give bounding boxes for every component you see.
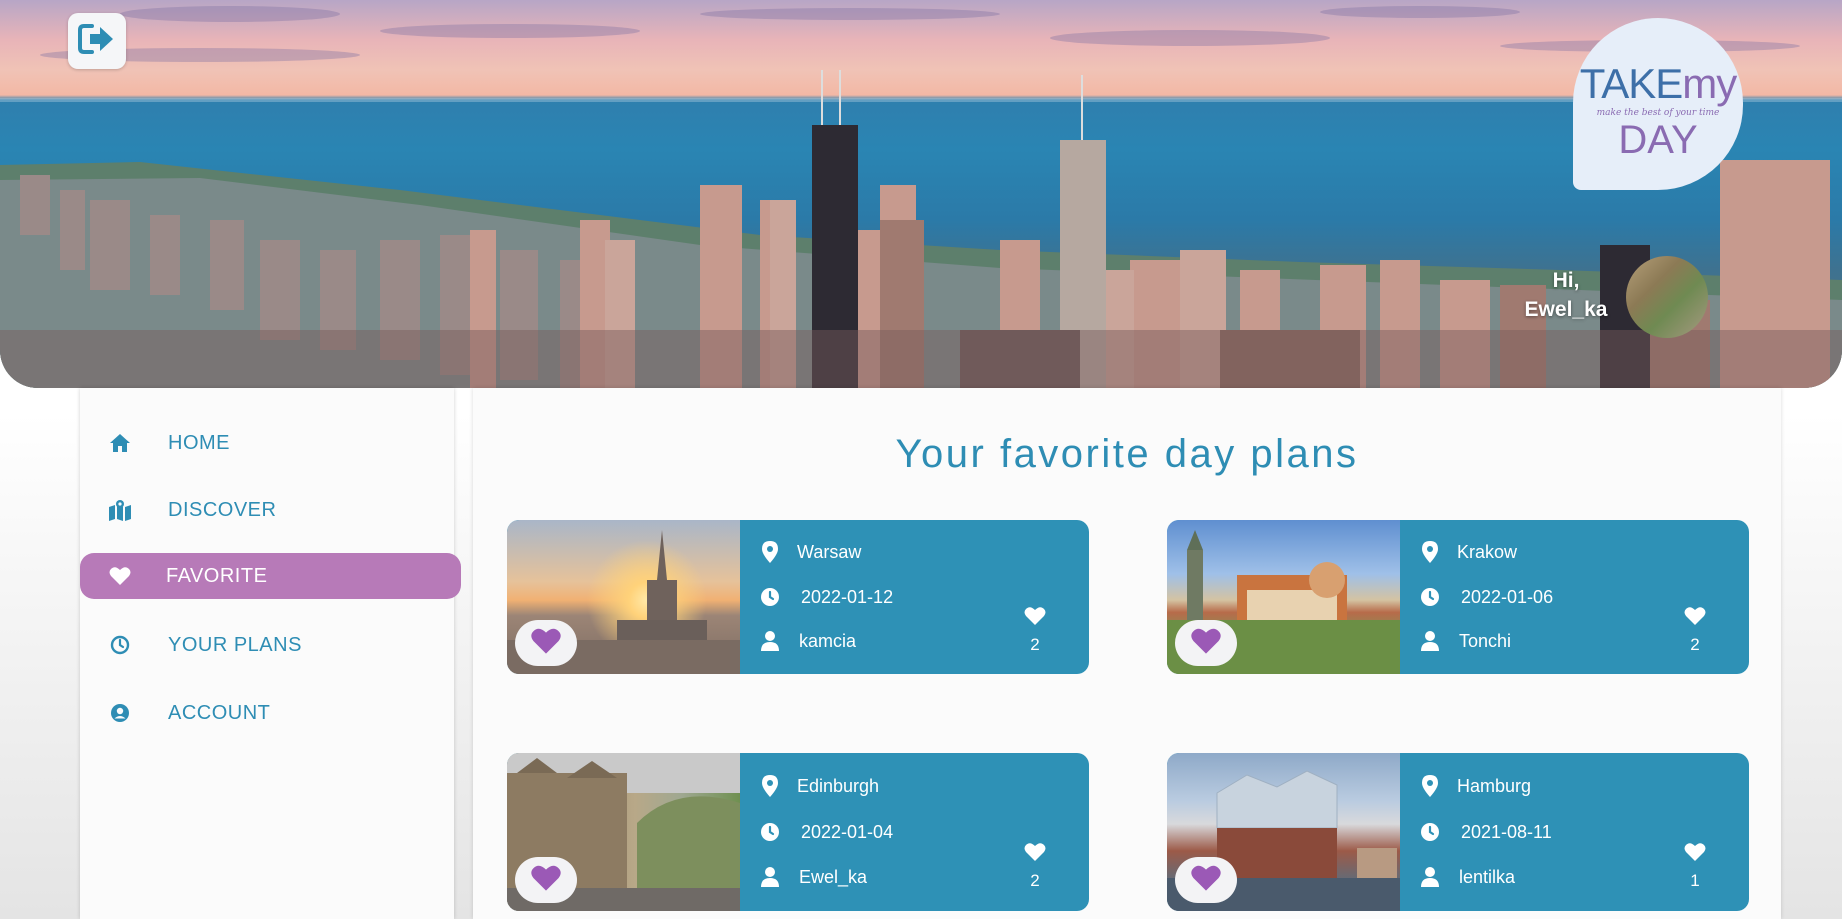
home-icon [108, 431, 132, 455]
likes-count: 1 [1690, 871, 1700, 890]
logo-take: TAKE [1579, 60, 1684, 107]
plan-author-row: kamcia [759, 630, 856, 652]
sidebar-item-label: HOME [168, 431, 230, 454]
clock-icon [1419, 586, 1441, 608]
plan-author: Ewel_ka [799, 866, 868, 887]
user-icon [1419, 630, 1441, 652]
logo-my: my [1682, 60, 1737, 107]
greeting-hi: Hi, [1552, 269, 1580, 292]
plan-city: Krakow [1457, 541, 1518, 562]
plan-likes: 2 [1015, 606, 1055, 655]
plan-date-row: 2022-01-12 [759, 586, 893, 608]
sidebar-item-label: ACCOUNT [168, 701, 271, 724]
clock-icon [108, 633, 132, 657]
logo-day: DAY [1618, 118, 1698, 162]
heart-icon [1024, 843, 1046, 866]
heart-icon [1190, 627, 1222, 660]
avatar[interactable] [1626, 256, 1708, 338]
city-skyline [0, 70, 1842, 388]
clock-icon [1419, 821, 1441, 843]
page-title: Your favorite day plans [895, 432, 1359, 476]
plan-author-row: Tonchi [1419, 630, 1511, 652]
plan-city: Warsaw [797, 541, 862, 562]
favorite-toggle[interactable] [515, 620, 577, 666]
heart-icon [1684, 607, 1706, 630]
sidebar-item-account[interactable]: ACCOUNT [80, 690, 461, 736]
hero-banner: TAKEmy make the best of your time DAY Hi… [0, 0, 1842, 388]
logout-button[interactable] [68, 13, 126, 69]
plan-city: Edinburgh [797, 775, 880, 796]
plan-city: Hamburg [1457, 775, 1532, 796]
main-content: Your favorite day plans Warsaw 2022-01-1… [473, 388, 1781, 919]
likes-count: 2 [1030, 871, 1040, 890]
favorite-toggle[interactable] [515, 857, 577, 903]
plan-likes: 1 [1675, 842, 1715, 891]
plan-date-row: 2021-08-11 [1419, 821, 1552, 843]
user-greeting: Hi, Ewel_ka [1514, 266, 1618, 324]
heart-icon [108, 564, 132, 588]
plan-author-row: Ewel_ka [759, 866, 867, 888]
plan-date: 2022-01-12 [801, 586, 894, 607]
plan-date-row: 2022-01-04 [759, 821, 893, 843]
map-pin-icon [1419, 775, 1441, 797]
plan-location: Hamburg [1419, 775, 1531, 797]
heart-icon [1024, 607, 1046, 630]
map-pin-icon [759, 541, 781, 563]
sidebar-item-label: DISCOVER [168, 498, 277, 521]
plan-author-row: lentilka [1419, 866, 1515, 888]
plan-location: Edinburgh [759, 775, 879, 797]
sidebar-item-label: YOUR PLANS [168, 633, 302, 656]
plan-card-edinburgh[interactable]: Edinburgh 2022-01-04 Ewel_ka 2 [507, 753, 1089, 911]
favorite-toggle[interactable] [1175, 857, 1237, 903]
plan-likes: 2 [1015, 842, 1055, 891]
plan-author: kamcia [799, 630, 857, 651]
map-pin-icon [1419, 541, 1441, 563]
sidebar-item-home[interactable]: HOME [80, 420, 461, 466]
sign-out-icon [78, 22, 116, 61]
plan-card-krakow[interactable]: Krakow 2022-01-06 Tonchi 2 [1167, 520, 1749, 674]
map-pin-icon [759, 775, 781, 797]
sidebar-item-your-plans[interactable]: YOUR PLANS [80, 622, 461, 668]
heart-icon [1190, 864, 1222, 897]
heart-icon [530, 864, 562, 897]
sidebar-item-discover[interactable]: DISCOVER [80, 487, 461, 533]
sidebar: HOME DISCOVER FAVORITE YOUR PLANS ACCOUN… [80, 388, 461, 919]
heart-icon [530, 627, 562, 660]
user-circle-icon [108, 701, 132, 725]
user-icon [1419, 866, 1441, 888]
user-icon [759, 866, 781, 888]
plan-location: Warsaw [759, 541, 861, 563]
plan-card-warsaw[interactable]: Warsaw 2022-01-12 kamcia 2 [507, 520, 1089, 674]
likes-count: 2 [1030, 635, 1040, 654]
map-icon [108, 498, 132, 522]
heart-icon [1684, 843, 1706, 866]
plan-card-hamburg[interactable]: Hamburg 2021-08-11 lentilka 1 [1167, 753, 1749, 911]
plan-author: Tonchi [1459, 630, 1512, 651]
sidebar-item-label: FAVORITE [166, 564, 268, 587]
clock-icon [759, 821, 781, 843]
clock-icon [759, 586, 781, 608]
likes-count: 2 [1690, 635, 1700, 654]
plan-likes: 2 [1675, 606, 1715, 655]
plan-date: 2022-01-06 [1461, 586, 1554, 607]
plan-date: 2021-08-11 [1461, 821, 1552, 842]
sidebar-item-favorite[interactable]: FAVORITE [80, 553, 461, 599]
greeting-username: Ewel_ka [1524, 298, 1608, 321]
plan-date-row: 2022-01-06 [1419, 586, 1553, 608]
brand-logo: TAKEmy make the best of your time DAY [1573, 18, 1743, 190]
user-icon [759, 630, 781, 652]
favorite-toggle[interactable] [1175, 620, 1237, 666]
plan-location: Krakow [1419, 541, 1517, 563]
plan-date: 2022-01-04 [801, 821, 894, 842]
plan-author: lentilka [1459, 866, 1516, 887]
